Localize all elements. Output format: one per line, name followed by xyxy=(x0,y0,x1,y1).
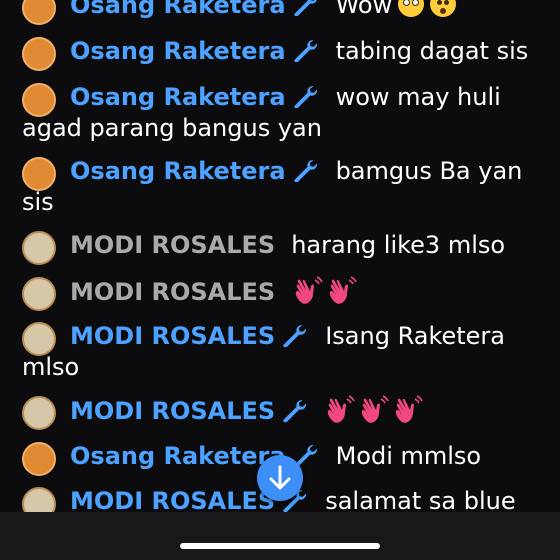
chat-message: MODI ROSALES Isang Raketera mlso xyxy=(22,321,547,383)
author-name[interactable]: Osang Raketera xyxy=(70,157,286,185)
avatar[interactable] xyxy=(22,231,56,265)
author-name[interactable]: Osang Raketera xyxy=(70,37,286,65)
wrench-icon xyxy=(290,158,318,182)
chat-message: Osang Raketera Wow xyxy=(22,0,547,25)
avatar[interactable] xyxy=(22,83,56,117)
chat-message: Osang Raketera bamgus Ba yan sis xyxy=(22,156,547,218)
author-name[interactable]: MODI ROSALES xyxy=(70,231,275,259)
message-text: Modi mmlso xyxy=(335,442,482,470)
arrow-down-icon xyxy=(269,465,291,490)
author-name[interactable]: MODI ROSALES xyxy=(70,487,275,512)
author-name[interactable]: Osang Raketera xyxy=(70,83,286,111)
waving-hand-emoji xyxy=(293,276,323,306)
waving-hand-emoji xyxy=(327,276,357,306)
avatar[interactable] xyxy=(22,277,56,311)
chat-message: MODI ROSALES xyxy=(22,276,547,311)
waving-hand-emoji xyxy=(325,395,355,425)
author-name[interactable]: Osang Raketera xyxy=(70,0,286,19)
chat-message: MODI ROSALES xyxy=(22,395,547,430)
author-name[interactable]: MODI ROSALES xyxy=(70,322,275,350)
chat-message: MODI ROSALES harang like3 mlso xyxy=(22,230,547,265)
author-name[interactable]: Osang Raketera xyxy=(70,442,286,470)
scroll-to-bottom-button[interactable] xyxy=(257,455,303,501)
waving-hand-emoji xyxy=(359,395,389,425)
avatar[interactable] xyxy=(22,157,56,191)
avatar[interactable] xyxy=(22,0,56,25)
message-text: harang like3 mlso xyxy=(291,231,506,259)
author-name[interactable]: MODI ROSALES xyxy=(70,397,275,425)
wrench-icon xyxy=(290,0,318,16)
wrench-icon xyxy=(279,323,307,347)
avatar[interactable] xyxy=(22,396,56,430)
live-chat-feed[interactable]: Osang Raketera Wow Osang Raketera tabing d… xyxy=(0,0,560,512)
chat-message: Osang Raketera wow may huli agad parang b… xyxy=(22,82,547,144)
frowning-open-mouth-emoji xyxy=(430,0,457,17)
home-indicator[interactable] xyxy=(180,543,380,549)
avatar[interactable] xyxy=(22,37,56,71)
wrench-icon xyxy=(279,398,307,422)
wrench-icon xyxy=(290,38,318,62)
chat-message: Osang Raketera tabing dagat sis xyxy=(22,36,547,71)
author-name[interactable]: MODI ROSALES xyxy=(70,278,275,306)
avatar[interactable] xyxy=(22,442,56,476)
flushed-face-emoji xyxy=(398,0,425,17)
waving-hand-emoji xyxy=(393,395,423,425)
message-text: salamat sa blue xyxy=(325,487,516,512)
message-text: tabing dagat sis xyxy=(335,37,529,65)
avatar[interactable] xyxy=(22,322,56,356)
bottom-bar xyxy=(0,512,560,560)
message-text: Wow xyxy=(335,0,393,19)
wrench-icon xyxy=(290,84,318,108)
